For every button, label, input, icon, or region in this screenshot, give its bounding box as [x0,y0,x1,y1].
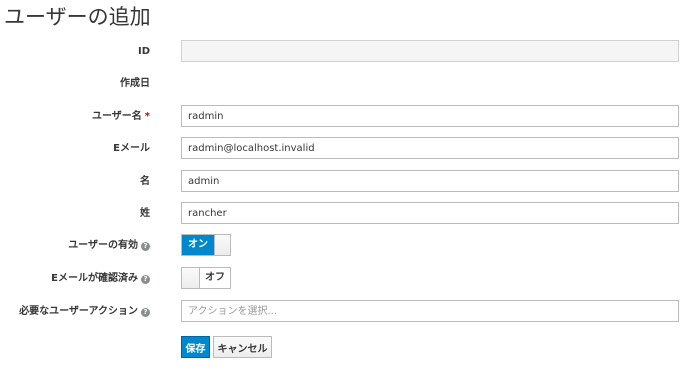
email-verified-toggle[interactable]: オフ [181,267,231,289]
first-name-row: 名 [0,170,697,194]
email-verified-label-text: Eメールが確認済み [51,273,138,284]
cancel-button[interactable]: キャンセル [213,336,272,358]
help-circle-icon[interactable]: ? [141,241,150,251]
user-enabled-label-text: ユーザーの有効 [68,240,138,251]
form-actions: 保存 キャンセル [0,336,697,360]
email-label-text: Eメール [113,143,150,154]
required-actions-select[interactable] [181,300,679,322]
created-label: 作成日 [120,72,150,96]
email-verified-label: Eメールが確認済み? [51,267,150,291]
id-label: ID [138,40,150,64]
first-name-field[interactable] [181,170,679,192]
username-row: ユーザー名 * [0,105,697,129]
last-name-label: 姓 [140,202,150,226]
id-field [181,40,679,62]
created-label-text: 作成日 [120,78,150,89]
toggle-knob [182,268,200,288]
save-button[interactable]: 保存 [181,336,210,358]
email-field[interactable] [181,137,679,159]
username-label-text: ユーザー名 [91,111,142,122]
username-field[interactable] [181,105,679,127]
user-enabled-toggle[interactable]: オン [181,234,231,256]
user-enabled-row: ユーザーの有効? オン [0,234,697,258]
help-circle-icon[interactable]: ? [141,307,150,317]
page-title: ユーザーの追加 [4,5,151,29]
help-circle-icon[interactable]: ? [141,274,150,284]
first-name-label: 名 [140,170,150,194]
required-actions-row: 必要なユーザーアクション? [0,300,697,324]
email-label: Eメール [113,137,150,161]
required-actions-label-text: 必要なユーザーアクション [19,306,138,317]
last-name-field[interactable] [181,202,679,224]
last-name-label-text: 姓 [140,208,150,219]
toggle-knob [214,235,230,255]
last-name-row: 姓 [0,202,697,226]
email-row: Eメール [0,137,697,161]
required-marker: * [144,111,150,122]
id-label-text: ID [137,46,150,57]
first-name-label-text: 名 [140,176,150,187]
user-enabled-label: ユーザーの有効? [68,234,150,258]
id-row: ID [0,40,697,64]
required-actions-label: 必要なユーザーアクション? [19,300,150,324]
toggle-off-label: オフ [205,272,225,283]
toggle-on-label: オン [182,235,214,255]
email-verified-row: Eメールが確認済み? オフ [0,267,697,291]
username-label: ユーザー名 * [92,105,150,129]
created-row: 作成日 [0,72,697,96]
